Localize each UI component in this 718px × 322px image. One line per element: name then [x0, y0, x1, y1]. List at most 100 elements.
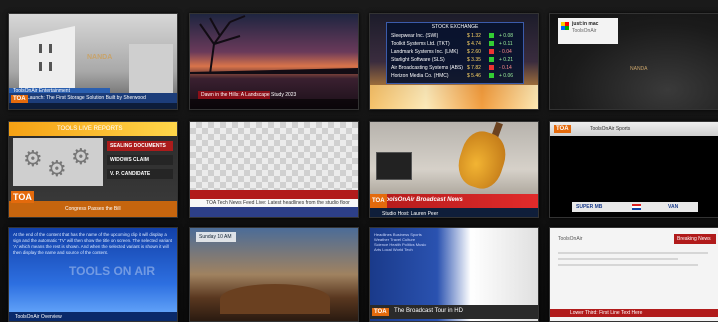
time-tag-text: Sunday 10 AM	[199, 234, 232, 240]
hex-scene: just:in mac ToolsOnAir NANDA	[550, 14, 718, 109]
menu-item-sealing[interactable]: SEALING DOCUMENTS	[107, 141, 173, 151]
window	[49, 44, 52, 53]
top-bar: ToolsOnAir Sports	[550, 122, 718, 136]
ticker-bar: TOA Tech News Feed Live: Latest headline…	[190, 199, 358, 207]
headline-bar: ToolsOnAir Broadcast News	[370, 194, 538, 208]
reports-header: TOOLS LIVE REPORTS	[9, 122, 177, 136]
building-right	[129, 44, 173, 100]
stock-row: Landmark Systems Inc. (LMK) $ 2.60 - 0.0…	[391, 49, 521, 56]
score-bar: SUPER MB VAN	[572, 202, 698, 212]
up-arrow-icon	[489, 33, 494, 38]
tile-black[interactable]: ToolsOnAir Sports TOA SUPER MB VAN	[549, 121, 718, 218]
window	[49, 62, 52, 71]
stock-change: + 0.06	[499, 73, 514, 79]
stock-name: Starlight Software (SLS)	[391, 57, 445, 63]
toa-logo: TOA	[370, 194, 387, 208]
gear-icon: ⚙	[23, 146, 43, 171]
sunset-scene: Dawn in the Hills: A Landscape Study 202…	[190, 14, 358, 109]
footer-text: ToolsOnAir Overview	[15, 314, 62, 320]
divider	[558, 252, 708, 254]
tile-broadcast-tour[interactable]: Headlines Business Sports Weather Travel…	[369, 227, 539, 322]
lower-bar	[190, 99, 358, 109]
stock-value: $ 2.60	[467, 49, 481, 55]
tour-scene: Headlines Business Sports Weather Travel…	[370, 228, 538, 321]
menu-item-candidate[interactable]: V. P. CANDIDATE	[107, 169, 173, 179]
lower-third-text: Dawn in the Hills: A Landscape Study 202…	[201, 92, 297, 98]
headline-text: ToolsOnAir Broadcast News	[382, 197, 463, 203]
lower-third-bottom	[9, 103, 177, 109]
stock-value: $ 5.46	[467, 73, 481, 79]
lower-third-main: Launch: The First Storage Solution Built…	[9, 93, 177, 103]
stock-name: Horizon Media Co. (HMC)	[391, 73, 449, 79]
screenshot-gallery: NANDA ToolsOnAir Entertainment Launch: T…	[0, 0, 718, 322]
top-text: ToolsOnAir	[558, 236, 583, 242]
tile-checkerboard[interactable]: TOA Tech News Feed Live: Latest headline…	[189, 121, 359, 218]
red-strip	[190, 190, 358, 199]
stock-name: Sleepwear Inc. (SWI)	[391, 33, 439, 39]
toa-logo: TOA	[554, 125, 571, 133]
rock-formation	[220, 284, 330, 314]
down-arrow-icon	[489, 65, 494, 70]
footer-bar: ToolsOnAir Overview	[9, 312, 177, 321]
channel-bug: NANDA	[87, 54, 113, 61]
tree-silhouette-icon	[190, 15, 358, 74]
sub-bar: Studio Host: Lauren Peer	[370, 208, 538, 217]
tile-live-reports[interactable]: TOOLS LIVE REPORTS ⚙ ⚙ ⚙ SEALING DOCUMEN…	[8, 121, 178, 218]
tile-blue-text[interactable]: At the end of the content that has the n…	[8, 227, 178, 322]
time-tag: Sunday 10 AM	[196, 232, 236, 242]
stock-name: Landmark Systems Inc. (LMK)	[391, 49, 459, 55]
title-bar: The Broadcast Tour in HD	[370, 305, 538, 319]
tile-white-page[interactable]: ToolsOnAir Breaking News Lower Third: Fi…	[549, 227, 718, 322]
tile-stock-exchange[interactable]: STOCK EXCHANGE Sleepwear Inc. (SWI) $ 1.…	[369, 13, 539, 110]
up-arrow-icon	[489, 57, 494, 62]
stock-value: $ 1.32	[467, 33, 481, 39]
stock-name: Air Broadcasting Systems (ABS)	[391, 65, 463, 71]
black-scene: ToolsOnAir Sports TOA SUPER MB VAN	[550, 122, 718, 217]
window	[39, 62, 42, 71]
guitar-scene: ToolsOnAir Broadcast News Studio Host: L…	[370, 122, 538, 217]
tile-desert[interactable]: Sunday 10 AM	[189, 227, 359, 322]
tile-guitar[interactable]: ToolsOnAir Broadcast News Studio Host: L…	[369, 121, 539, 218]
stock-change: + 0.08	[499, 33, 514, 39]
footer-text: Lower Third: First Line Text Here	[570, 310, 643, 316]
checker-scene: TOA Tech News Feed Live: Latest headline…	[190, 122, 358, 217]
divider	[558, 264, 698, 266]
text-scene: At the end of the content that has the n…	[9, 228, 177, 321]
nav-list: Headlines Business Sports Weather Travel…	[374, 232, 427, 252]
tile-sunset[interactable]: Dawn in the Hills: A Landscape Study 202…	[189, 13, 359, 110]
divider	[558, 258, 678, 260]
stock-name: Toolkit Systems Ltd. (TKT)	[391, 41, 450, 47]
architecture-scene: NANDA ToolsOnAir Entertainment Launch: T…	[9, 14, 177, 109]
stock-row: Horizon Media Co. (HMC) $ 5.46 + 0.06	[391, 73, 521, 80]
top-text: ToolsOnAir Sports	[590, 126, 631, 132]
stock-change: + 0.11	[499, 41, 513, 47]
gear-icon: ⚙	[47, 156, 67, 181]
stock-change: + 0.21	[499, 57, 514, 63]
window	[39, 44, 42, 53]
stock-value: $ 4.74	[467, 41, 481, 47]
guitar-icon	[452, 126, 512, 194]
amplifier	[376, 152, 412, 180]
tile-dark-hex[interactable]: just:in mac ToolsOnAir NANDA	[549, 13, 718, 110]
stock-title: STOCK EXCHANGE	[431, 24, 479, 30]
watermark: TOOLS ON AIR	[69, 264, 156, 278]
team-left: SUPER MB	[576, 204, 603, 210]
team-right: VAN	[668, 204, 679, 210]
footer-text: Congress Passes the Bill	[65, 206, 121, 212]
stock-row: Toolkit Systems Ltd. (TKT) $ 4.74 + 0.11	[391, 41, 521, 48]
menu-item-widows[interactable]: WIDOWS CLAIM	[107, 155, 173, 165]
sub-text: Studio Host: Lauren Peer	[382, 211, 439, 217]
up-arrow-icon	[489, 41, 494, 46]
stock-value: $ 3.35	[467, 57, 481, 63]
light-streaks	[370, 85, 538, 109]
card-subtitle: ToolsOnAir	[572, 28, 597, 34]
stock-row: Air Broadcasting Systems (ABS) $ 7.82 - …	[391, 65, 521, 72]
color-grid-icon	[561, 22, 569, 30]
up-arrow-icon	[489, 73, 494, 78]
flag-icon	[632, 204, 641, 210]
stock-scene: STOCK EXCHANGE Sleepwear Inc. (SWI) $ 1.…	[370, 14, 538, 109]
breaking-tag: Breaking News	[674, 234, 716, 244]
title-text: The Broadcast Tour in HD	[394, 308, 463, 314]
stock-row: Starlight Software (SLS) $ 3.35 + 0.21	[391, 57, 521, 64]
tile-architecture[interactable]: NANDA ToolsOnAir Entertainment Launch: T…	[8, 13, 178, 110]
